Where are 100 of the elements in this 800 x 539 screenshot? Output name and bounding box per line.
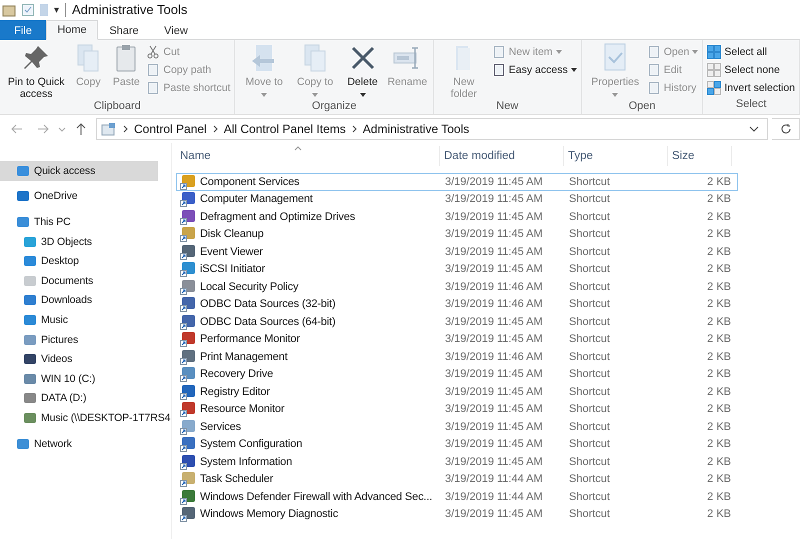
- file-row[interactable]: iSCSI Initiator 3/19/2019 11:45 AM Shortcut 2 KB: [176, 260, 738, 278]
- type-cell-text: Shortcut: [568, 316, 611, 328]
- shortcut-icon: [180, 331, 196, 348]
- customize-dropdown[interactable]: ▾: [54, 4, 59, 16]
- file-name: Local Security Policy: [200, 280, 298, 293]
- nav-item[interactable]: 3D Objects: [0, 232, 158, 252]
- type-cell-text: Shortcut: [568, 386, 611, 398]
- group-label: Organize: [310, 100, 358, 114]
- nav-item[interactable]: WIN 10 (C:): [0, 368, 158, 389]
- chevron-right-icon[interactable]: [352, 125, 357, 133]
- grid-icon: [707, 62, 722, 76]
- nav-icon: [23, 392, 37, 404]
- file-row[interactable]: Event Viewer 3/19/2019 11:45 AM Shortcut 2 KB: [176, 243, 738, 260]
- file-name: System Information: [200, 456, 292, 468]
- nav-item[interactable]: Pictures: [0, 330, 158, 350]
- file-row[interactable]: Resource Monitor 3/19/2019 11:45 AM Shortcut 2 KB: [176, 400, 738, 418]
- file-name: Disk Cleanup: [200, 228, 264, 240]
- ribbon-tab[interactable]: Home: [46, 20, 98, 40]
- date-cell-text: 3/19/2019 11:45 AM: [444, 246, 544, 258]
- ribbon-button[interactable]: Pin to Quick access: [4, 42, 68, 100]
- file-row[interactable]: Local Security Policy 3/19/2019 11:46 AM Shortcut 2 KB: [176, 278, 738, 296]
- nav-item[interactable]: Music (\\DESKTOP-1T7RS4: [0, 408, 170, 428]
- column-header[interactable]: Type: [564, 146, 668, 166]
- column-header[interactable]: Size: [668, 146, 732, 166]
- file-name: ODBC Data Sources (64-bit): [200, 316, 336, 328]
- type-cell-text: Shortcut: [568, 333, 611, 346]
- type-cell-text: Shortcut: [568, 456, 611, 468]
- nav-icon: [16, 190, 30, 202]
- file-row[interactable]: Task Scheduler 3/19/2019 11:44 AM Shortcut 2 KB: [176, 470, 738, 488]
- file-row[interactable]: Windows Memory Diagnostic 3/19/2019 11:45 AM Shortcut 2 KB: [176, 506, 738, 523]
- size-cell-text: 2 KB: [706, 350, 732, 363]
- size-cell-text: 2 KB: [706, 386, 732, 398]
- ribbon-button[interactable]: Select none: [707, 61, 796, 78]
- file-row[interactable]: Services 3/19/2019 11:45 AM Shortcut 2 KB: [176, 418, 738, 436]
- ribbon-button[interactable]: Delete: [341, 42, 384, 100]
- file-row[interactable]: Registry Editor 3/19/2019 11:45 AM Shortcut 2 KB: [176, 383, 738, 400]
- file-row[interactable]: Windows Defender Firewall with Advanced Sec... 3/19/2019 11:44 AM Shortcut 2 KB: [176, 488, 738, 506]
- nav-item[interactable]: Videos: [0, 349, 158, 369]
- nav-item[interactable]: Downloads: [0, 290, 158, 310]
- shortcut-icon: [180, 384, 196, 400]
- group-label: Select: [734, 98, 768, 112]
- size-cell-text: 2 KB: [706, 420, 732, 433]
- nav-item[interactable]: Quick access: [0, 161, 158, 181]
- shortcut-icon: [180, 278, 196, 295]
- type-cell-text: Shortcut: [568, 420, 611, 433]
- nav-icon: [23, 314, 37, 326]
- date-cell-text: 3/19/2019 11:45 AM: [444, 316, 544, 328]
- address-bar[interactable]: Control Panel All Control Panel Items Administrative Tools: [96, 118, 768, 140]
- ribbon-button[interactable]: Select all: [707, 43, 796, 60]
- group-label: New: [495, 100, 520, 114]
- file-row[interactable]: ODBC Data Sources (32-bit) 3/19/2019 11:46 AM Shortcut 2 KB: [176, 296, 738, 313]
- nav-item[interactable]: This PC: [0, 212, 158, 232]
- nav-icon: [16, 164, 30, 177]
- shortcut-icon: [180, 366, 196, 382]
- column-header[interactable]: Date modified: [440, 146, 564, 166]
- shortcut-icon: [180, 296, 196, 312]
- ribbon-button[interactable]: Invert selection: [707, 79, 796, 96]
- breadcrumb[interactable]: Control Panel: [134, 122, 207, 136]
- date-cell-text: 3/19/2019 11:44 AM: [444, 473, 544, 486]
- chevron-down-icon[interactable]: [749, 126, 759, 132]
- file-row[interactable]: Component Services 3/19/2019 11:45 AM Shortcut 2 KB: [176, 173, 738, 190]
- nav-icon: [16, 216, 30, 228]
- shortcut-icon: [180, 244, 196, 260]
- type-cell-text: Shortcut: [568, 490, 611, 503]
- file-row[interactable]: Defragment and Optimize Drives 3/19/2019 11:45 AM Shortcut 2 KB: [176, 208, 738, 226]
- ribbon-tab[interactable]: View: [150, 20, 202, 40]
- file-row[interactable]: Print Management 3/19/2019 11:46 AM Shortcut 2 KB: [176, 348, 738, 366]
- ribbon-tab[interactable]: Share: [98, 20, 150, 40]
- column-header[interactable]: Name: [176, 146, 440, 166]
- date-cell-text: 3/19/2019 11:44 AM: [444, 490, 544, 503]
- chevron-right-icon[interactable]: [123, 125, 128, 133]
- file-row[interactable]: System Information 3/19/2019 11:45 AM Shortcut 2 KB: [176, 453, 738, 470]
- nav-item[interactable]: Music: [0, 310, 158, 330]
- size-cell-text: 2 KB: [706, 403, 732, 416]
- ribbon-button[interactable]: Easy access: [492, 61, 577, 78]
- file-name: Windows Memory Diagnostic: [200, 508, 338, 520]
- chevron-right-icon[interactable]: [212, 125, 218, 133]
- file-row[interactable]: System Configuration 3/19/2019 11:45 AM Shortcut 2 KB: [176, 436, 738, 453]
- nav-item[interactable]: OneDrive: [0, 186, 158, 206]
- nav-item[interactable]: DATA (D:): [0, 388, 158, 408]
- file-name: Defragment and Optimize Drives: [200, 210, 356, 223]
- type-cell-text: Shortcut: [568, 298, 611, 310]
- breadcrumb[interactable]: All Control Panel Items: [224, 122, 346, 136]
- nav-item[interactable]: Documents: [0, 270, 158, 291]
- file-row[interactable]: Computer Management 3/19/2019 11:45 AM Shortcut 2 KB: [176, 190, 738, 208]
- size-cell-text: 2 KB: [706, 263, 732, 276]
- ribbon-tab[interactable]: File: [0, 20, 46, 40]
- date-cell-text: 3/19/2019 11:46 AM: [444, 298, 544, 310]
- file-row[interactable]: Recovery Drive 3/19/2019 11:45 AM Shortcut 2 KB: [176, 366, 738, 383]
- grid-icon: [707, 80, 722, 94]
- file-row[interactable]: Disk Cleanup 3/19/2019 11:45 AM Shortcut 2 KB: [176, 226, 738, 243]
- nav-item[interactable]: Network: [0, 434, 158, 454]
- refresh-button[interactable]: [772, 118, 800, 140]
- nav-item[interactable]: Desktop: [0, 251, 158, 271]
- size-cell-text: 2 KB: [706, 193, 732, 206]
- file-row[interactable]: ODBC Data Sources (64-bit) 3/19/2019 11:45 AM Shortcut 2 KB: [176, 313, 738, 330]
- checkbox-icon[interactable]: [22, 4, 34, 16]
- file-row[interactable]: Performance Monitor 3/19/2019 11:45 AM Shortcut 2 KB: [176, 330, 738, 348]
- breadcrumb[interactable]: Administrative Tools: [362, 122, 470, 136]
- up-icon[interactable]: [76, 123, 86, 135]
